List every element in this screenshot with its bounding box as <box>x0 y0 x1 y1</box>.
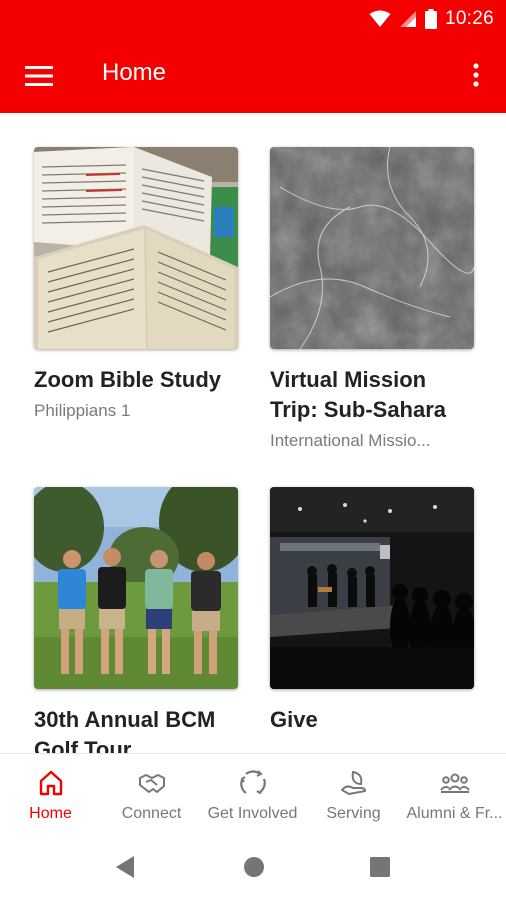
card-subtitle: Philippians 1 <box>34 401 131 420</box>
battery-icon <box>424 9 437 29</box>
nav-item-serving[interactable]: Serving <box>303 754 404 834</box>
home-icon <box>39 770 62 796</box>
cycle-icon <box>239 770 266 795</box>
status-time: 10:26 <box>444 8 494 29</box>
more-vertical-icon <box>473 63 479 87</box>
nav-label: Get Involved <box>207 805 298 822</box>
content-grid: Zoom Bible Study Philippians 1 Virtual M… <box>0 113 506 753</box>
card-image-golf <box>34 487 238 689</box>
card-image-bible <box>34 147 238 349</box>
page-title: Home <box>102 59 167 86</box>
card-title: Give <box>270 707 318 732</box>
hamburger-menu-icon <box>25 66 53 86</box>
card-image-marble <box>270 147 474 349</box>
nav-item-connect[interactable]: Connect <box>101 754 202 834</box>
home-circle-icon[interactable] <box>240 853 268 881</box>
open-bible-image <box>34 147 238 349</box>
worship-stage-photo <box>270 487 474 689</box>
card-title: Virtual Mission Trip: Sub-Sahara <box>270 367 447 422</box>
card-image-worship <box>270 487 474 689</box>
overflow-menu-button[interactable] <box>466 58 486 92</box>
nav-item-home[interactable]: Home <box>0 754 101 834</box>
card-subtitle: International Missio... <box>270 431 431 450</box>
card-give[interactable]: Give <box>270 487 474 735</box>
status-icons: 10:26 <box>369 6 494 32</box>
nav-label: Serving <box>326 805 381 822</box>
cell-signal-icon <box>399 11 416 27</box>
app-bar: Home <box>0 38 506 113</box>
card-title: 30th Annual BCM Golf Tour... <box>34 707 216 753</box>
wifi-icon <box>369 10 391 27</box>
nav-item-alumni[interactable]: Alumni & Fr... <box>404 754 505 834</box>
bottom-navigation: Home Connect Get Involved Serving Alumni… <box>0 753 506 833</box>
nav-label: Connect <box>121 805 182 822</box>
card-golf-tournament[interactable]: 30th Annual BCM Golf Tour... <box>34 487 238 753</box>
menu-button[interactable] <box>22 60 56 92</box>
group-icon <box>439 773 470 793</box>
card-virtual-mission-trip[interactable]: Virtual Mission Trip: Sub-Sahara Interna… <box>270 147 474 451</box>
system-navigation-bar <box>0 833 506 900</box>
nav-label: Home <box>29 805 72 822</box>
hand-leaf-icon <box>340 770 366 795</box>
nav-label: Alumni & Fr... <box>406 805 503 822</box>
card-zoom-bible-study[interactable]: Zoom Bible Study Philippians 1 <box>34 147 238 421</box>
handshake-icon <box>138 774 165 793</box>
recents-icon[interactable] <box>366 853 394 881</box>
nav-item-get-involved[interactable]: Get Involved <box>202 754 303 834</box>
status-bar: 10:26 <box>0 0 506 38</box>
marble-texture-image <box>270 147 474 349</box>
golf-group-photo <box>34 487 238 689</box>
back-icon[interactable] <box>112 853 140 881</box>
card-title: Zoom Bible Study <box>34 367 221 392</box>
